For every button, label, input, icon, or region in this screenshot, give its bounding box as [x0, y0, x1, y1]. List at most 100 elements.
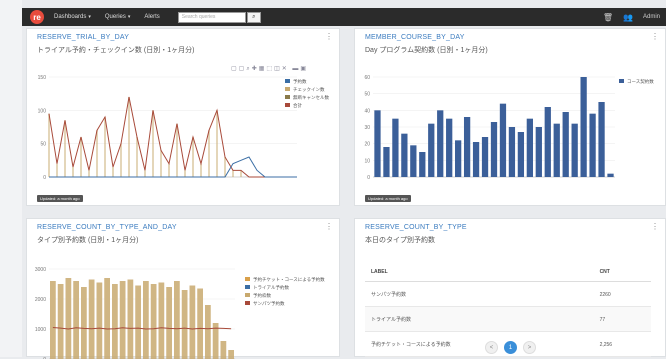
column-header[interactable]: LABEL — [365, 259, 594, 282]
bar — [104, 278, 110, 359]
bar — [112, 284, 118, 359]
search-button[interactable]: ⌕ — [247, 12, 261, 23]
table-row: トライアル予約数 77 — [365, 307, 651, 332]
bar — [419, 152, 425, 177]
app-logo[interactable]: re — [30, 10, 44, 24]
nav-alerts[interactable]: Alerts — [144, 14, 159, 20]
trash-icon[interactable]: 🗑 — [603, 13, 613, 22]
bar — [50, 281, 56, 359]
legend-label: 予約数 — [293, 78, 307, 85]
bar — [554, 124, 560, 177]
y-tick-label: 100 — [38, 108, 47, 114]
table-header-row: LABEL CNT — [365, 259, 651, 282]
y-tick-label: 150 — [38, 75, 47, 81]
search-input[interactable]: Search queries — [178, 12, 246, 23]
table-row: サンパツ予約数 2260 — [365, 282, 651, 307]
bar — [598, 102, 604, 177]
bar — [81, 287, 87, 359]
caret-down-icon: ▾ — [128, 14, 131, 20]
page-1-button[interactable]: 1 — [504, 341, 517, 354]
cell-label: 予約チケット・コースによる予約数 — [365, 332, 594, 357]
users-icon[interactable]: 👥 — [623, 13, 633, 22]
bar — [589, 114, 595, 177]
bar — [190, 286, 196, 359]
bar — [392, 119, 398, 177]
bar — [66, 278, 72, 359]
bar — [410, 145, 416, 177]
legend-swatch — [245, 301, 250, 305]
widget-subtitle: 本日のタイプ別予約数 — [365, 235, 435, 245]
widget-reserve-count-by-type: RESERVE_COUNT_BY_TYPE 本日のタイプ別予約数 ⋮ LABEL… — [354, 218, 666, 357]
page-prev-button[interactable]: < — [485, 341, 498, 354]
widget-title[interactable]: MEMBER_COURSE_BY_DAY — [365, 34, 465, 41]
legend-label: 合計 — [293, 102, 302, 109]
bar — [473, 142, 479, 177]
bar — [491, 122, 497, 177]
caret-down-icon: ▾ — [88, 14, 91, 20]
widget-menu-icon[interactable]: ⋮ — [651, 222, 659, 231]
nav-queries[interactable]: Queries▾ — [105, 14, 131, 20]
bar — [97, 283, 103, 359]
y-tick-label: 2000 — [35, 297, 46, 303]
bar — [151, 284, 157, 359]
legend-swatch — [285, 79, 290, 83]
cell-label: トライアル予約数 — [365, 307, 594, 332]
bar — [428, 124, 434, 177]
legend-swatch — [285, 103, 290, 107]
widget-subtitle: Day プログラム契約数 (日別・1ヶ月分) — [365, 45, 488, 55]
legend-label: 予約枠数 — [253, 292, 271, 299]
y-tick-label: 1000 — [35, 327, 46, 333]
y-tick-label: 40 — [364, 108, 370, 114]
nav-label: Queries — [105, 14, 126, 20]
widget-title[interactable]: RESERVE_COUNT_BY_TYPE — [365, 224, 467, 231]
widget-member-course: MEMBER_COURSE_BY_DAY Day プログラム契約数 (日別・1ヶ… — [354, 28, 666, 206]
pagination: < 1 > — [485, 341, 536, 354]
nav-label: Alerts — [144, 14, 159, 20]
bar — [527, 119, 533, 177]
legend-label: 無断キャンセル数 — [293, 94, 329, 101]
bar — [545, 107, 551, 177]
widget-title[interactable]: RESERVE_COUNT_BY_TYPE_AND_DAY — [37, 224, 177, 231]
bar — [89, 280, 95, 359]
widget-subtitle: タイプ別予約数 (日別・1ヶ月分) — [37, 235, 139, 245]
bar — [536, 127, 542, 177]
y-tick-label: 3000 — [35, 267, 46, 273]
widget-reserve-trial: RESERVE_TRIAL_BY_DAY トライアル予約・チェックイン数 (日別… — [26, 28, 340, 206]
bar — [455, 140, 461, 177]
widget-menu-icon[interactable]: ⋮ — [325, 32, 333, 41]
y-tick-label: 0 — [43, 175, 46, 181]
bar — [182, 290, 188, 359]
cell-label: サンパツ予約数 — [365, 282, 594, 307]
widget-menu-icon[interactable]: ⋮ — [325, 222, 333, 231]
bar — [437, 110, 443, 177]
bar — [563, 112, 569, 177]
legend-swatch — [285, 87, 290, 91]
chart-course-bars: 0102030405060コース契約数 — [355, 59, 666, 209]
legend-label: トライアル予約数 — [253, 284, 289, 291]
legend-label: コース契約数 — [627, 78, 654, 85]
cell-cnt: 2260 — [594, 282, 651, 307]
chart-type-day-bars: 0100020003000予約チケット・コースによる予約数トライアル予約数予約枠… — [27, 249, 341, 359]
y-tick-label: 50 — [40, 142, 46, 148]
legend-swatch — [245, 293, 250, 297]
left-edge — [0, 0, 22, 357]
bar — [58, 284, 64, 359]
y-tick-label: 20 — [364, 142, 370, 148]
bar — [73, 281, 79, 359]
widget-menu-icon[interactable]: ⋮ — [651, 32, 659, 41]
nav-dashboards[interactable]: Dashboards▾ — [54, 14, 91, 20]
column-header[interactable]: CNT — [594, 259, 651, 282]
page-next-button[interactable]: > — [523, 341, 536, 354]
widget-subtitle: トライアル予約・チェックイン数 (日別・1ヶ月分) — [37, 45, 194, 55]
user-menu[interactable]: Admin — [643, 14, 660, 20]
legend-label: サンパツ予約数 — [253, 300, 285, 307]
bar — [120, 281, 126, 359]
widget-title[interactable]: RESERVE_TRIAL_BY_DAY — [37, 34, 129, 41]
bar — [580, 77, 586, 177]
series-line — [49, 97, 297, 177]
legend-swatch — [619, 79, 624, 83]
logo-text: re — [33, 13, 41, 22]
bar — [446, 119, 452, 177]
cell-cnt: 2,256 — [594, 332, 651, 357]
bar — [518, 132, 524, 177]
